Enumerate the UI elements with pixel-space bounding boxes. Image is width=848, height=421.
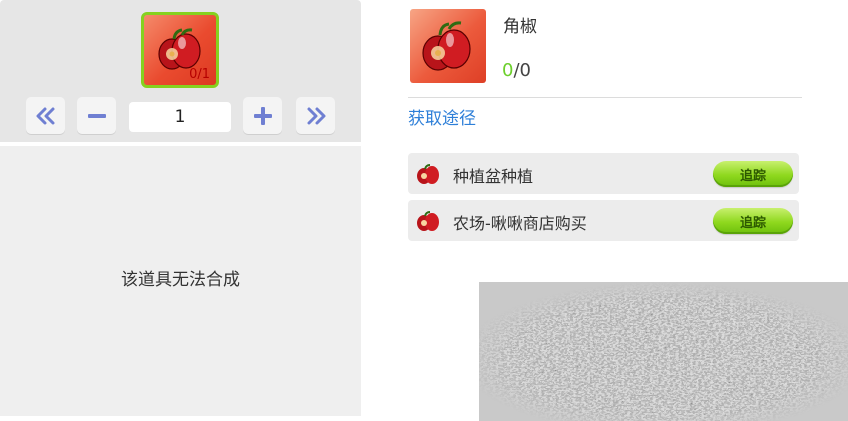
- plus-icon: [253, 106, 272, 125]
- red-pepper-icon: [422, 21, 471, 71]
- red-pepper-icon: [417, 164, 439, 184]
- slot-count: 0/1: [189, 67, 210, 82]
- total-value: /0: [513, 60, 531, 81]
- item-slot[interactable]: 0/1: [141, 12, 219, 88]
- min-quantity-button[interactable]: [26, 97, 65, 134]
- source-row: 种植盆种植 追踪: [408, 153, 799, 194]
- craft-result-area: 该道具无法合成: [0, 146, 361, 416]
- item-thumbnail: [410, 9, 486, 83]
- sources-title: 获取途径: [408, 109, 476, 129]
- static-noise-overlay: [479, 282, 848, 421]
- source-label: 农场-啾啾商店购买: [453, 214, 587, 233]
- quantity-input[interactable]: 1: [129, 102, 231, 132]
- owned-value: 0: [502, 60, 514, 81]
- minus-icon: [87, 113, 106, 118]
- double-chevron-left-icon: [36, 107, 54, 124]
- item-owned-count: 0/0: [502, 60, 531, 81]
- track-button[interactable]: 追踪: [713, 208, 793, 234]
- increase-quantity-button[interactable]: [243, 97, 282, 134]
- decrease-quantity-button[interactable]: [77, 97, 116, 134]
- track-button[interactable]: 追踪: [713, 161, 793, 187]
- double-chevron-right-icon: [307, 107, 325, 124]
- source-label: 种植盆种植: [453, 167, 534, 186]
- divider: [408, 97, 802, 98]
- red-pepper-icon: [417, 211, 439, 231]
- source-row: 农场-啾啾商店购买 追踪: [408, 200, 799, 241]
- cannot-craft-message: 该道具无法合成: [121, 269, 240, 290]
- max-quantity-button[interactable]: [296, 97, 335, 134]
- item-name: 角椒: [503, 17, 537, 37]
